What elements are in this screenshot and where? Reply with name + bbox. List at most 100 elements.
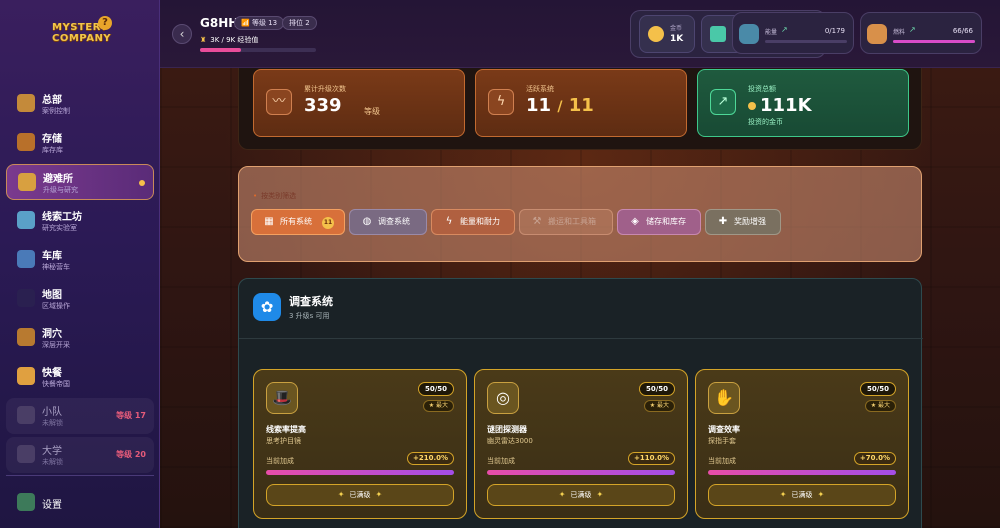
xp-progress-bar <box>200 48 316 52</box>
sidebar-item-shelter[interactable]: 避难所 升级与研究 <box>6 164 154 200</box>
settings-icon <box>17 493 35 511</box>
bonus-value: +70.0% <box>853 452 896 465</box>
investigation-section: ✿ 调查系统 3 升级s 可用 🎩 50/50 ★ 最大 线索率提高 思考护目镜… <box>238 278 923 528</box>
sidebar-item-sublabel: 未解锁 <box>42 458 63 466</box>
sidebar-item-hq[interactable]: 总部 案例控制 <box>6 86 154 122</box>
energy-bar <box>765 40 847 43</box>
sidebar-item-sublabel: 未解锁 <box>42 419 63 427</box>
hq-icon <box>17 94 35 112</box>
fuel-bar-fill <box>893 40 975 43</box>
maxed-button[interactable]: ✦ 已满级 ✦ <box>708 484 896 506</box>
maxed-button-label: 已满级 <box>791 491 813 499</box>
grid-icon: ▦ <box>264 216 274 227</box>
section-title: 调查系统 <box>289 295 333 308</box>
sidebar-item-sublabel: 升级与研究 <box>43 186 78 194</box>
box-icon: ◈ <box>631 216 639 227</box>
logo-question-icon: ? <box>98 16 112 30</box>
bonus-value: +210.0% <box>406 452 454 465</box>
stat-label: 能量 <box>765 29 778 36</box>
xp-label: 3K / 9K 经验值 <box>210 36 259 44</box>
sidebar-item-cave[interactable]: 洞穴 深层开采 <box>6 320 154 356</box>
stat-card-label: 投资总额 <box>748 85 776 93</box>
xp-text: ♜ 3K / 9K 经验值 <box>200 35 258 45</box>
filter-chip-energy[interactable]: ϟ 能量和耐力 <box>431 209 515 235</box>
max-pill: ★ 最大 <box>864 400 896 412</box>
filter-chip-rewards[interactable]: ✚ 奖励增强 <box>705 209 781 235</box>
stats-panel: 〰 累计升级次数 339 等级 ϟ 活跃系统 11 / 11 ↗ 投资总额 11… <box>238 68 922 150</box>
brain-icon: ✿ <box>253 293 281 321</box>
xp-icon: ♜ <box>200 36 207 44</box>
gift-icon: ✚ <box>718 216 728 227</box>
upgrade-card-clue-rate[interactable]: 🎩 50/50 ★ 最大 线索率提高 思考护目镜 当前加成 +210.0% ✦ 已… <box>253 369 467 519</box>
sparkle-icon: ✦ <box>779 490 787 499</box>
filter-chip-all[interactable]: ▦ 所有系统 11 <box>251 209 345 235</box>
sidebar-item-sublabel: 研究实验室 <box>42 224 77 232</box>
upgrade-card-investigation-efficiency[interactable]: ✋ 50/50 ★ 最大 调查效率 探指手套 当前加成 +70.0% ✦ 已满级 ✦ <box>695 369 909 519</box>
fastfood-icon <box>17 367 35 385</box>
upgrade-card-mystery-detector[interactable]: ◎ 50/50 ★ 最大 谜团探测器 幽灵雷达3000 当前加成 +110.0%… <box>474 369 688 519</box>
resource-value: 1K <box>670 34 684 44</box>
sidebar-item-sublabel: 快餐帝国 <box>42 380 70 388</box>
sidebar-item-label: 大学 <box>42 446 62 457</box>
sidebar-item-label: 线索工坊 <box>42 212 82 223</box>
sidebar-item-settings[interactable]: 设置 <box>6 488 154 516</box>
shelter-icon <box>18 173 36 191</box>
filter-heading-label: 按类别筛选 <box>261 192 297 200</box>
coin-resource[interactable]: 金币 1K <box>639 15 695 53</box>
filter-chip-tools[interactable]: ⚒ 搬运和工具箱 <box>519 209 613 235</box>
sidebar-item-label: 车库 <box>42 251 62 262</box>
sidebar-item-clue-lab[interactable]: 线索工坊 研究实验室 <box>6 203 154 239</box>
sidebar-item-label: 洞穴 <box>42 329 62 340</box>
sidebar-item-fastfood[interactable]: 快餐 快餐帝国 <box>6 359 154 395</box>
sparkle-icon: ✦ <box>375 490 383 499</box>
max-label: 最大 <box>656 402 669 409</box>
filter-chip-investigation[interactable]: ◍ 调查系统 <box>349 209 427 235</box>
garage-icon <box>17 250 35 268</box>
tool-icon: ⚒ <box>532 216 542 227</box>
chip-label: 搬运和工具箱 <box>548 217 596 226</box>
upgrade-name: 线索率提高 <box>266 425 306 434</box>
sidebar-item-squad-locked[interactable]: 小队 未解锁 等级 17 <box>6 398 154 434</box>
sidebar-item-sublabel: 库存库 <box>42 146 63 154</box>
bonus-label: 当前加成 <box>266 457 294 465</box>
sidebar-item-label: 存储 <box>42 134 62 145</box>
slash-separator: / <box>557 99 563 115</box>
upgrade-item-name: 幽灵雷达3000 <box>487 437 533 445</box>
category-filter-panel: • 按类别筛选 ▦ 所有系统 11 ◍ 调查系统 ϟ 能量和耐力 ⚒ 搬运和工具箱… <box>238 166 922 262</box>
mystery-company-logo[interactable]: MYSTERY COMPANY ? <box>52 16 112 58</box>
sidebar-item-label: 小队 <box>42 407 62 418</box>
upgrade-level-pill: 50/50 <box>859 382 896 396</box>
active-indicator-dot <box>139 180 145 186</box>
crystal-icon <box>710 26 726 42</box>
maxed-button[interactable]: ✦ 已满级 ✦ <box>266 484 454 506</box>
sidebar-item-sublabel: 案例控制 <box>42 107 70 115</box>
chip-label: 奖励增强 <box>734 217 766 226</box>
player-name: G8HH <box>200 16 239 30</box>
upgrade-name: 谜团探测器 <box>487 425 527 434</box>
filter-chip-storage[interactable]: ◈ 储存和库存 <box>617 209 701 235</box>
radar-icon: ◎ <box>487 382 519 414</box>
stat-card-label: 活跃系统 <box>526 85 554 93</box>
sidebar-item-garage[interactable]: 车库 神秘营车 <box>6 242 154 278</box>
sidebar-item-university-locked[interactable]: 大学 未解锁 等级 20 <box>6 437 154 473</box>
energy-stat[interactable]: 能量 ↗ 0/179 <box>732 12 854 54</box>
level-badge-label: 等级 13 <box>251 19 278 27</box>
max-pill: ★ 最大 <box>643 400 675 412</box>
coin-icon <box>648 26 664 42</box>
stat-value: 0/179 <box>824 27 845 35</box>
fuel-icon <box>867 24 887 44</box>
logo-line2: COMPANY <box>52 33 112 44</box>
sparkle-icon: ✦ <box>337 490 345 499</box>
sidebar-item-storage[interactable]: 存储 库存库 <box>6 125 154 161</box>
sidebar-divider <box>6 475 154 476</box>
sidebar-item-map[interactable]: 地图 区域操作 <box>6 281 154 317</box>
fuel-stat[interactable]: 燃料 ↗ 66/66 <box>860 12 982 54</box>
sidebar-item-sublabel: 区域操作 <box>42 302 70 310</box>
lock-icon <box>17 445 35 463</box>
maxed-button[interactable]: ✦ 已满级 ✦ <box>487 484 675 506</box>
upgrade-progress-bar <box>266 470 454 475</box>
back-button[interactable]: ‹ <box>172 24 192 44</box>
sidebar: MYSTERY COMPANY ? 总部 案例控制 存储 库存库 避难所 升级与… <box>0 0 160 528</box>
bonus-value: +110.0% <box>627 452 675 465</box>
lock-icon <box>17 406 35 424</box>
